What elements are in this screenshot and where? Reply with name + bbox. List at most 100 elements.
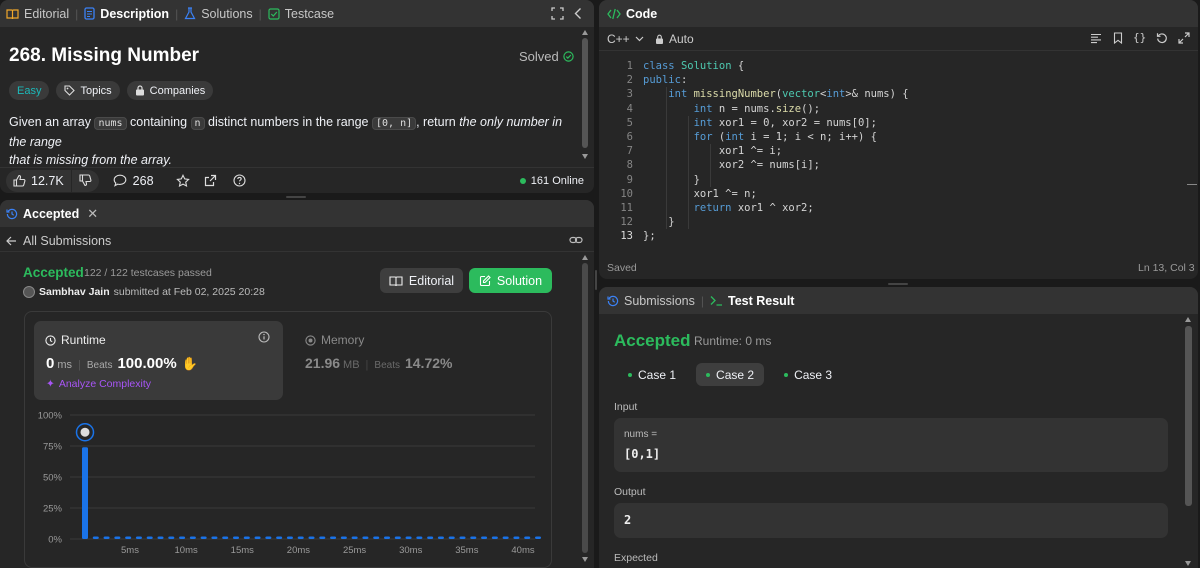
y-tick-label: 25%	[43, 504, 63, 515]
solution-button[interactable]: Solution	[469, 268, 552, 293]
tab-code[interactable]: Code	[599, 7, 663, 21]
history-icon	[607, 295, 619, 307]
line-number: 12	[620, 216, 633, 229]
expand-icon[interactable]	[1178, 32, 1190, 44]
link-icon[interactable]	[569, 235, 583, 245]
chart-bar	[459, 536, 466, 539]
back-to-submissions[interactable]: All Submissions	[6, 234, 111, 248]
document-icon	[84, 7, 95, 20]
memory-beats: 14.72%	[404, 355, 453, 371]
tab-testcase[interactable]: Testcase	[262, 7, 340, 21]
runtime-card[interactable]: Runtime 0 ms | Beats 100.00% ✋ ✦ Analyze…	[34, 321, 283, 400]
result-scrollbar[interactable]	[1184, 317, 1193, 568]
pass-dot	[784, 372, 789, 377]
language-select[interactable]: C++	[607, 32, 644, 46]
tab-accepted-label: Accepted	[23, 206, 80, 221]
maximize-icon[interactable]	[551, 7, 564, 20]
thumbs-up-icon	[13, 174, 26, 187]
tab-editorial[interactable]: Editorial	[0, 7, 75, 21]
case-tabs: Case 1 Case 2 Case 3	[618, 363, 842, 386]
comments-button[interactable]: 268	[113, 174, 154, 188]
code-line[interactable]: };	[643, 229, 656, 243]
y-tick-label: 0%	[48, 535, 62, 546]
chart-bar	[470, 536, 477, 539]
line-number: 2	[626, 74, 633, 87]
share-icon[interactable]	[204, 174, 217, 187]
sparkle-icon: ✦	[46, 378, 55, 390]
tab-test-result[interactable]: Test Result	[704, 294, 800, 308]
code-line[interactable]: int missingNumber(vector<int>& nums) {	[643, 87, 909, 101]
code-token: xor1 ^ xor2;	[737, 202, 814, 214]
close-tab-icon[interactable]: ✕	[87, 206, 98, 222]
tab-accepted[interactable]: Accepted ✕	[0, 206, 104, 222]
reset-icon[interactable]	[1156, 32, 1168, 44]
code-line[interactable]: xor2 ^= nums[i];	[643, 158, 820, 172]
chart-bar	[114, 536, 121, 539]
code-token: return	[693, 202, 738, 214]
analyze-complexity-link[interactable]: ✦ Analyze Complexity	[46, 378, 151, 390]
line-number: 4	[626, 102, 633, 115]
tab-description-label: Description	[100, 6, 170, 21]
analyze-label: Analyze Complexity	[58, 378, 152, 390]
runtime-heading: Runtime	[45, 333, 106, 347]
help-icon[interactable]	[232, 174, 246, 187]
code-panel: Code C++ Auto {} 1 2 3 4 5 6 7 8 9 10 11 12 13 class…	[599, 0, 1198, 279]
tab-description[interactable]: Description	[78, 7, 175, 21]
code-line[interactable]: xor1 ^= i;	[643, 144, 782, 158]
case-1-tab[interactable]: Case 1	[618, 363, 686, 386]
submitter-name[interactable]: Sambhav Jain	[39, 286, 110, 298]
horizontal-resize-handle-right[interactable]	[888, 283, 908, 285]
input-var: nums =	[624, 429, 658, 440]
horizontal-resize-handle-left[interactable]	[286, 196, 306, 198]
clock-icon	[45, 334, 56, 346]
code-line[interactable]: int n = nums.size();	[643, 102, 820, 116]
runtime-unit: ms	[57, 359, 73, 371]
runtime-beats: 100.00%	[117, 355, 177, 372]
x-tick-label: 10ms	[175, 545, 198, 556]
star-icon[interactable]	[175, 173, 190, 188]
desc-emphasis: that is missing from the array.	[9, 153, 173, 167]
braces-icon[interactable]: {}	[1133, 31, 1146, 44]
tab-solutions[interactable]: Solutions	[178, 7, 258, 21]
chevron-down-icon	[635, 36, 644, 42]
collapse-left-icon[interactable]	[574, 7, 582, 20]
bookmark-icon[interactable]	[1113, 32, 1123, 44]
code-token: xor1 ^= i;	[643, 145, 783, 158]
format-icon[interactable]	[1090, 33, 1102, 44]
book-icon	[389, 275, 403, 287]
code-line[interactable]: for (int i = 1; i < n; i++) {	[643, 130, 877, 144]
info-icon[interactable]	[258, 331, 270, 343]
case-3-tab[interactable]: Case 3	[774, 363, 842, 386]
code-line[interactable]: }	[643, 173, 700, 187]
submission-scrollbar[interactable]	[581, 255, 589, 568]
case-2-tab[interactable]: Case 2	[696, 363, 765, 386]
code-line[interactable]: }	[643, 215, 674, 229]
code-line[interactable]: public:	[643, 73, 687, 87]
memory-card[interactable]: Memory 21.96 MB | Beats 14.72%	[294, 321, 534, 400]
code-line[interactable]: return xor1 ^ xor2;	[643, 201, 814, 215]
code-editor[interactable]: class Solution {public: int missingNumbe…	[643, 59, 1183, 244]
code-line[interactable]: xor1 ^= n;	[643, 187, 757, 201]
code-line[interactable]: class Solution {	[643, 59, 744, 73]
tab-submissions[interactable]: Submissions	[599, 294, 701, 308]
solved-status: Solved	[519, 49, 574, 64]
runtime-value: 0	[46, 355, 55, 372]
beats-label: Beats	[86, 360, 113, 371]
case-label: Case 3	[794, 367, 833, 382]
mode-indicator[interactable]: Auto	[655, 32, 694, 46]
code-line[interactable]: int xor1 = 0, xor2 = nums[0];	[643, 116, 877, 130]
line-number: 11	[620, 202, 633, 214]
desc-scrollbar[interactable]	[581, 30, 589, 162]
topics-button[interactable]: Topics	[56, 81, 120, 100]
chart-bar	[286, 536, 293, 539]
code-token: nums) {	[864, 88, 909, 101]
expected-label: Expected	[614, 552, 658, 564]
vertical-resize-handle[interactable]	[595, 270, 597, 290]
editorial-button[interactable]: Editorial	[380, 268, 463, 293]
like-button[interactable]: 12.7K	[6, 169, 71, 192]
line-number: 9	[626, 173, 633, 186]
tag-icon	[64, 85, 76, 96]
companies-button[interactable]: Companies	[126, 81, 214, 100]
dislike-button[interactable]	[71, 169, 99, 192]
